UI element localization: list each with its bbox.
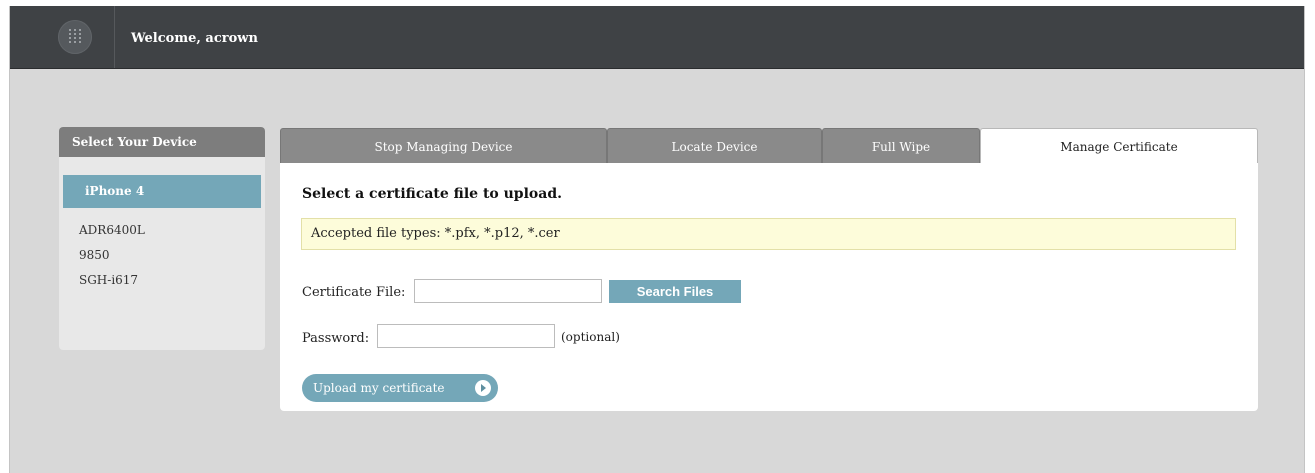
header-divider bbox=[114, 6, 115, 68]
tab-full-wipe[interactable]: Full Wipe bbox=[822, 128, 980, 163]
app-frame: Welcome, acrown Select Your Device iPhon… bbox=[9, 6, 1305, 473]
certificate-file-input[interactable] bbox=[414, 279, 602, 303]
device-item-9850[interactable]: 9850 bbox=[59, 243, 265, 268]
welcome-text: Welcome, acrown bbox=[131, 31, 258, 46]
top-bar: Welcome, acrown bbox=[10, 6, 1304, 69]
device-item-iphone-4[interactable]: iPhone 4 bbox=[63, 175, 261, 208]
upload-certificate-button[interactable]: Upload my certificate bbox=[302, 374, 498, 402]
device-list: iPhone 4 ADR6400L 9850 SGH-i617 bbox=[59, 157, 265, 293]
certificate-file-label: Certificate File: bbox=[302, 285, 406, 300]
panel-title: Select a certificate file to upload. bbox=[302, 186, 562, 202]
action-tabs: Stop Managing Device Locate Device Full … bbox=[280, 128, 1258, 165]
search-files-button[interactable]: Search Files bbox=[609, 280, 741, 303]
sidebar-title: Select Your Device bbox=[59, 127, 265, 157]
grid-dots-icon[interactable] bbox=[58, 20, 92, 54]
certificate-panel: Select a certificate file to upload. Acc… bbox=[280, 163, 1258, 411]
chevron-right-icon bbox=[475, 380, 491, 396]
tab-locate-device[interactable]: Locate Device bbox=[607, 128, 822, 163]
upload-button-label: Upload my certificate bbox=[313, 381, 445, 395]
password-input[interactable] bbox=[377, 324, 555, 348]
device-sidebar: Select Your Device iPhone 4 ADR6400L 985… bbox=[59, 127, 265, 350]
accepted-types-notice: Accepted file types: *.pfx, *.p12, *.cer bbox=[301, 218, 1236, 250]
password-label: Password: bbox=[302, 331, 370, 346]
optional-note: (optional) bbox=[561, 330, 620, 344]
device-item-adr6400l[interactable]: ADR6400L bbox=[59, 218, 265, 243]
device-item-sgh-i617[interactable]: SGH-i617 bbox=[59, 268, 265, 293]
tab-stop-managing-device[interactable]: Stop Managing Device bbox=[280, 128, 607, 163]
tab-manage-certificate[interactable]: Manage Certificate bbox=[980, 128, 1258, 165]
